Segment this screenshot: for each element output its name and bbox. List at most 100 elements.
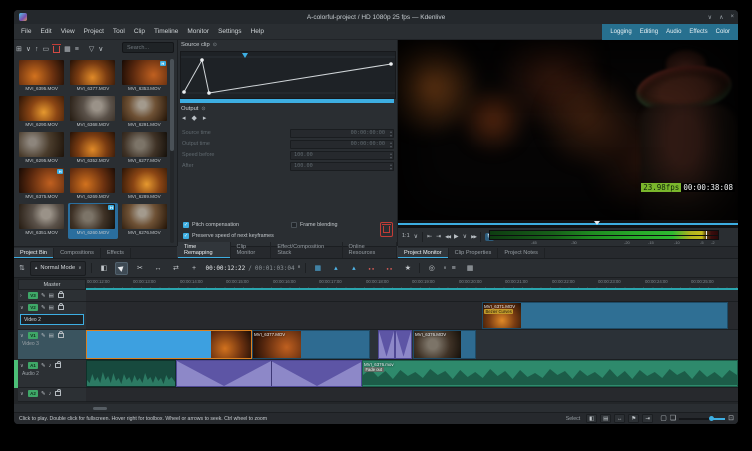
lock-icon[interactable]: [57, 303, 64, 311]
play-icon[interactable]: ▶: [454, 234, 459, 240]
forward-icon[interactable]: ▶▶: [471, 234, 477, 240]
search-input[interactable]: Search...: [122, 42, 174, 53]
preserve-speed-checkbox[interactable]: ✓ Preserve speed of next keyframes: [183, 233, 274, 239]
delete-clip-icon[interactable]: [52, 44, 62, 53]
bin-clip[interactable]: MVI_6276.MOV: [120, 203, 169, 239]
menu-clip[interactable]: Clip: [134, 28, 145, 35]
maximize-icon[interactable]: ∧: [719, 14, 723, 21]
fade-clip[interactable]: [378, 330, 395, 359]
mix-clips-icon[interactable]: ▦: [311, 262, 324, 275]
hide-track-icon[interactable]: ▤: [49, 293, 54, 299]
pin-icon[interactable]: ⊙: [213, 42, 217, 48]
effects-icon[interactable]: ✎: [41, 293, 46, 299]
spacer-tool-icon[interactable]: ↔: [151, 262, 164, 275]
track-name-input[interactable]: Video 2: [20, 314, 84, 325]
bin-clip-selected[interactable]: H MVI_6260.MOV: [68, 203, 118, 239]
audio-clip[interactable]: [86, 360, 176, 387]
bin-clip[interactable]: MVI_6368.MOV: [68, 95, 117, 131]
source-time-input[interactable]: 00:00:00:00 ▴ ▾: [290, 128, 394, 138]
track-header-a2[interactable]: ∨ A2 ✎ ♪: [18, 388, 86, 402]
use-zone-icon[interactable]: ◧: [97, 262, 110, 275]
effects-icon[interactable]: ✎: [41, 305, 46, 311]
rewind-icon[interactable]: ◀◀: [445, 234, 451, 240]
remap-zoom-bar[interactable]: [180, 99, 394, 103]
speed-before-input[interactable]: 100.00 ▴ ▾: [290, 150, 394, 160]
timeline-clip-v2[interactable]: MVI_6371.MOV Bezier Curves: [482, 302, 728, 329]
workspace-audio[interactable]: Audio: [666, 29, 681, 35]
chevron-down-icon[interactable]: ∨: [298, 265, 301, 271]
mute-icon[interactable]: ♪: [49, 391, 52, 397]
typewriter-icon[interactable]: ▦: [467, 265, 474, 272]
lock-icon[interactable]: [57, 331, 64, 339]
workspace-logging[interactable]: Logging: [610, 29, 631, 35]
snap-toggle-icon[interactable]: ⇥: [642, 414, 654, 423]
tag-toggle-icon[interactable]: ◧: [586, 414, 598, 423]
menu-monitor[interactable]: Monitor: [187, 28, 209, 35]
speed-after-input[interactable]: 100.00 ▴ ▾: [290, 161, 394, 171]
frame-blending-checkbox[interactable]: Frame blending: [291, 222, 337, 228]
monitor-zoom-level[interactable]: 1:1: [402, 234, 410, 240]
extract-zone-icon[interactable]: ●●: [365, 262, 378, 275]
previous-keyframe-icon[interactable]: ◂: [182, 115, 186, 122]
markers-toggle-icon[interactable]: ⚑: [628, 414, 640, 423]
zone-start-icon[interactable]: ⇤: [427, 234, 432, 240]
generators-icon[interactable]: ▦: [64, 46, 71, 53]
zone-end-icon[interactable]: ⇥: [436, 234, 441, 240]
track-v3-content[interactable]: [86, 290, 738, 302]
spinner-icons[interactable]: ▴ ▾: [390, 140, 392, 150]
lock-icon[interactable]: [55, 389, 62, 397]
track-tag[interactable]: V1: [28, 332, 38, 339]
workspace-color[interactable]: Color: [716, 29, 730, 35]
track-header-v1[interactable]: ∨ V1 ✎ ▤ Video 3: [18, 330, 86, 360]
filter-chevron-icon[interactable]: ∨: [98, 46, 103, 53]
tab-effects[interactable]: Effects: [101, 248, 131, 258]
tab-clip-monitor[interactable]: Clip Monitor: [231, 242, 272, 258]
record-chevron-icon[interactable]: ∨: [443, 265, 446, 271]
workspace-effects[interactable]: Effects: [689, 29, 707, 35]
lock-icon[interactable]: [57, 291, 64, 299]
selection-tool-icon[interactable]: [115, 261, 129, 275]
effects-icon[interactable]: ✎: [41, 333, 46, 339]
track-header-v3[interactable]: › V3 ✎ ▤: [18, 290, 86, 302]
fit-zoom-icon[interactable]: ▢: [660, 415, 667, 422]
track-v2-content[interactable]: MVI_6371.MOV Bezier Curves: [86, 302, 738, 330]
pitch-compensation-checkbox[interactable]: ✓ Pitch compensation: [183, 222, 239, 228]
tab-compositions[interactable]: Compositions: [54, 248, 101, 258]
zoom-project-icon[interactable]: ❏: [670, 415, 676, 422]
collapse-icon[interactable]: ∨: [20, 363, 25, 369]
fade-clip[interactable]: [395, 330, 412, 359]
bin-clip[interactable]: MVI_6395.MOV: [17, 59, 66, 95]
view-mode-icon[interactable]: ≡: [75, 46, 79, 53]
menu-edit[interactable]: Edit: [40, 28, 51, 35]
menu-settings[interactable]: Settings: [218, 28, 242, 35]
track-tag[interactable]: A2: [28, 390, 38, 397]
parent-folder-icon[interactable]: ↑: [35, 46, 39, 53]
collapse-icon[interactable]: ∨: [20, 391, 25, 397]
workspace-editing[interactable]: Editing: [640, 29, 658, 35]
bin-scrollbar[interactable]: [170, 59, 174, 243]
bin-clip[interactable]: MVI_6277.MOV: [120, 131, 169, 167]
track-header-a1[interactable]: ∨ A1 ✎ ♪ Audio 2: [18, 360, 86, 388]
video-thumbnails-toggle-icon[interactable]: ▤: [600, 414, 612, 423]
bin-clip[interactable]: MVI_6289.MOV: [120, 167, 169, 203]
menu-view[interactable]: View: [61, 28, 75, 35]
track-tag[interactable]: A1: [28, 362, 38, 369]
fullscreen-icon[interactable]: ⊡: [728, 415, 734, 422]
track-tag[interactable]: V3: [28, 292, 38, 299]
bin-clip[interactable]: MVI_6269.MOV: [68, 167, 117, 203]
timeline-hscrollbar[interactable]: [14, 404, 738, 412]
insert-zone-icon[interactable]: ▴: [329, 262, 342, 275]
timeline-menu-icon[interactable]: ≡: [452, 265, 456, 272]
bin-clip[interactable]: MVI_6352.MOV: [68, 131, 117, 167]
tab-project-monitor[interactable]: Project Monitor: [398, 248, 449, 258]
timeline-timecodes[interactable]: 00:00:12:22 / 00:01:03:04 ∨: [205, 265, 300, 272]
keyframe-graph[interactable]: [180, 51, 396, 99]
add-keyframe-icon[interactable]: ◆: [192, 115, 197, 122]
bin-clip[interactable]: H MVI_6375.MOV: [17, 167, 66, 203]
track-name[interactable]: Audio 2: [18, 371, 86, 377]
add-clip-icon[interactable]: ⊞: [16, 46, 22, 53]
next-keyframe-icon[interactable]: ▸: [203, 115, 207, 122]
favorite-effects-icon[interactable]: ★: [401, 262, 414, 275]
zoom-chevron-icon[interactable]: ∨: [414, 234, 418, 240]
mute-icon[interactable]: ♪: [49, 363, 52, 369]
